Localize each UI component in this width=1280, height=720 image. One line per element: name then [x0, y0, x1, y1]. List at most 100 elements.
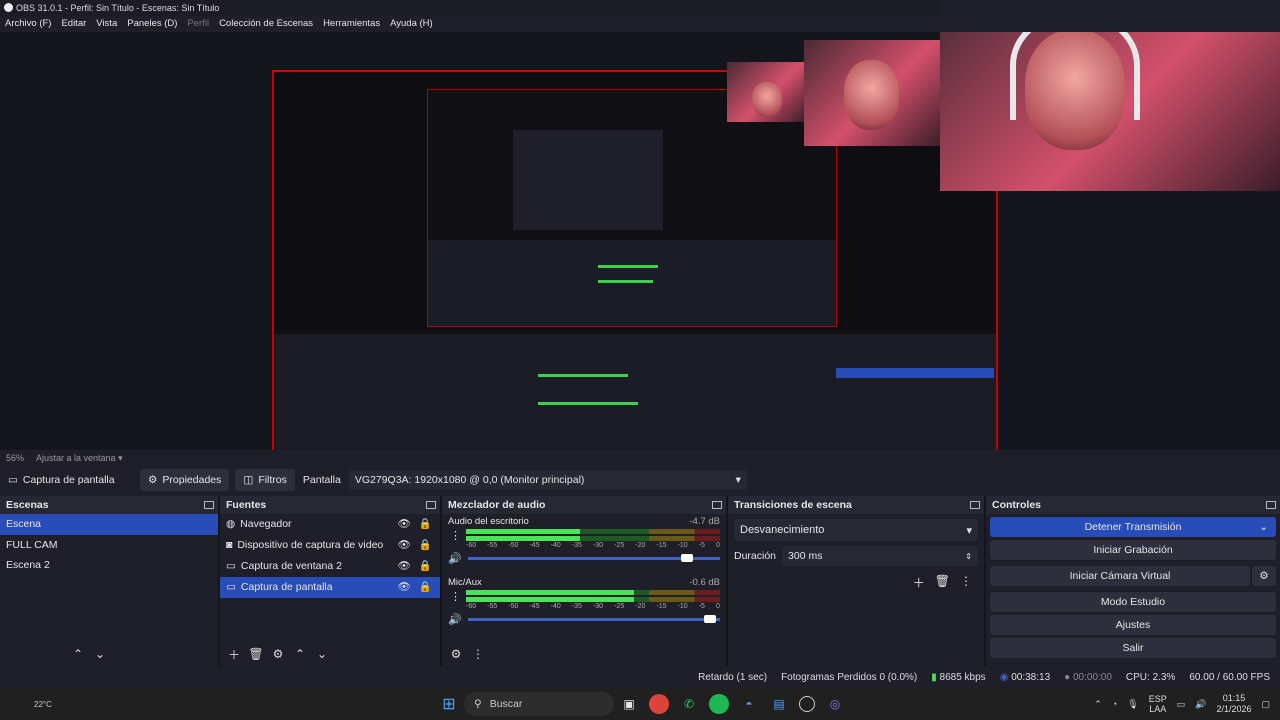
meter-tick: -10 — [677, 542, 688, 549]
eye-icon[interactable]: 👁 — [398, 514, 411, 535]
windows-start-icon[interactable]: ⊞ — [439, 694, 459, 714]
cortana-icon[interactable]: ◎ — [825, 694, 845, 714]
gear-icon[interactable]: ⚙ — [270, 646, 286, 662]
meter-tick: -45 — [529, 603, 540, 610]
volume-slider[interactable] — [467, 554, 720, 562]
source-item[interactable]: ▭ Captura de pantalla 👁 🔒 — [220, 577, 440, 598]
eye-icon[interactable]: 👁 — [398, 535, 411, 556]
properties-button[interactable]: ⚙ Propiedades — [140, 469, 230, 491]
discord-icon[interactable]: ◓ — [739, 694, 759, 714]
fps-status: 60.00 / 60.00 FPS — [1189, 671, 1270, 683]
undock-icon[interactable] — [712, 501, 722, 509]
exit-button[interactable]: Salir — [990, 638, 1276, 658]
zoom-bar: 56% Ajustar a la ventana ▾ — [0, 450, 1280, 466]
whatsapp-icon[interactable]: ✆ — [679, 694, 699, 714]
notification-icon[interactable]: ▢ — [1261, 699, 1270, 710]
lock-icon[interactable]: 🔒 — [419, 514, 432, 535]
store-icon[interactable]: ▤ — [769, 694, 789, 714]
menu-item[interactable]: Colección de Escenas — [219, 16, 313, 32]
menu-item[interactable]: Editar — [61, 16, 86, 32]
meter-tick: -20 — [635, 603, 646, 610]
undock-icon[interactable] — [204, 501, 214, 509]
meter-tick: -25 — [614, 603, 625, 610]
spin-arrows-icon[interactable]: ⇕ — [965, 552, 972, 561]
meter-tick: -50 — [508, 542, 519, 549]
source-item[interactable]: ◙ Dispositivo de captura de video 👁 🔒 — [220, 535, 440, 556]
speaker-icon[interactable]: 🔊 — [448, 552, 462, 565]
kebab-menu-icon[interactable]: ⋮ — [470, 646, 486, 662]
source-item[interactable]: ◍ Navegador 👁 🔒 — [220, 514, 440, 535]
menu-item[interactable]: Perfil — [187, 16, 209, 32]
chevron-up-icon[interactable]: ⌃ — [1094, 699, 1102, 710]
display-select[interactable]: VG279Q3A: 1920x1080 @ 0,0 (Monitor princ… — [348, 470, 747, 490]
undock-icon[interactable] — [1266, 501, 1276, 509]
settings-button[interactable]: Ajustes — [990, 615, 1276, 635]
task-view-icon[interactable]: ▣ — [619, 694, 639, 714]
meter-tick: -5 — [698, 542, 705, 549]
add-icon[interactable]: ＋ — [226, 646, 242, 662]
network-icon[interactable]: ▭ — [1177, 699, 1186, 710]
undock-icon[interactable] — [426, 501, 436, 509]
eye-icon[interactable]: 👁 — [398, 577, 411, 598]
weather-widget[interactable]: 22°C — [34, 700, 434, 709]
undock-icon[interactable] — [970, 501, 980, 509]
volume-icon[interactable]: 🔊 — [1195, 699, 1206, 710]
start-recording-button[interactable]: Iniciar Grabación — [990, 540, 1276, 560]
source-label: Captura de ventana 2 — [240, 560, 342, 572]
scene-item[interactable]: FULL CAM — [0, 535, 218, 555]
chrome-icon[interactable] — [649, 694, 669, 714]
preview-canvas[interactable] — [0, 32, 1280, 450]
lock-icon[interactable]: 🔒 — [419, 535, 432, 556]
menu-item[interactable]: Ayuda (H) — [390, 16, 433, 32]
lock-icon[interactable]: 🔒 — [419, 577, 432, 598]
move-down-icon[interactable]: ⌄ — [314, 646, 330, 662]
kebab-menu-icon[interactable]: ⋮ — [450, 590, 461, 603]
menu-item[interactable]: Vista — [96, 16, 117, 32]
taskbar-search[interactable]: ⚲ Buscar — [464, 692, 614, 716]
move-down-icon[interactable]: ⌄ — [92, 646, 108, 662]
level-meter — [466, 590, 720, 595]
scenes-title: Escenas — [6, 499, 49, 511]
volume-slider[interactable] — [467, 615, 720, 623]
channel-db: -0.6 dB — [689, 577, 720, 588]
lock-icon[interactable]: 🔒 — [419, 556, 432, 577]
zoom-fit-select[interactable]: Ajustar a la ventana ▾ — [36, 450, 123, 466]
trash-icon[interactable]: 🗑 — [935, 574, 950, 591]
duration-spinbox[interactable]: 300 ms ⇕ — [782, 546, 978, 566]
scene-item[interactable]: Escena — [0, 514, 218, 535]
microphone-icon[interactable]: 🎙 — [1127, 699, 1138, 710]
scene-item[interactable]: Escena 2 — [0, 555, 218, 575]
move-up-icon[interactable]: ⌃ — [292, 646, 308, 662]
studio-mode-button[interactable]: Modo Estudio — [990, 592, 1276, 612]
menu-item[interactable]: Herramientas — [323, 16, 380, 32]
trash-icon[interactable]: 🗑 — [248, 646, 264, 662]
add-icon[interactable]: ＋ — [913, 574, 925, 591]
window-title-bar: OBS 31.0.1 - Perfil: Sin Título - Escena… — [0, 0, 940, 16]
filter-icon: ◫ — [243, 474, 254, 486]
meter-tick: -45 — [529, 542, 540, 549]
menu-item[interactable]: Paneles (D) — [127, 16, 177, 32]
filters-button[interactable]: ◫ Filtros — [235, 469, 295, 491]
start-virtual-camera-button[interactable]: Iniciar Cámara Virtual — [990, 566, 1250, 586]
transition-select[interactable]: Desvanecimiento ▾ — [734, 519, 978, 541]
speaker-icon[interactable]: 🔊 — [448, 613, 462, 626]
virtual-camera-settings-button[interactable]: ⚙ — [1252, 566, 1276, 586]
obs-icon[interactable] — [799, 696, 815, 712]
app-tray-icon[interactable]: ◔ — [1112, 699, 1117, 709]
clock[interactable]: 01:15 2/1/2026 — [1216, 693, 1251, 715]
menu-item[interactable]: Archivo (F) — [5, 16, 51, 32]
menu-bar: Archivo (F) Editar Vista Paneles (D) Perfil C… — [0, 16, 940, 32]
language-indicator[interactable]: ESP LAA — [1149, 694, 1167, 714]
source-item[interactable]: ▭ Captura de ventana 2 👁 🔒 — [220, 556, 440, 577]
rec-time-status: ● 00:00:00 — [1064, 671, 1112, 683]
source-label: Captura de pantalla — [240, 581, 333, 593]
kebab-menu-icon[interactable]: ⋮ — [450, 529, 461, 542]
chevron-down-icon[interactable]: ⌄ — [1259, 517, 1268, 537]
move-up-icon[interactable]: ⌃ — [70, 646, 86, 662]
monitor-icon: ▭ — [226, 581, 236, 593]
eye-icon[interactable]: 👁 — [398, 556, 411, 577]
kebab-menu-icon[interactable]: ⋮ — [960, 574, 972, 591]
spotify-icon[interactable] — [709, 694, 729, 714]
stop-streaming-button[interactable]: Detener Transmisión ⌄ — [990, 517, 1276, 537]
advanced-audio-icon[interactable]: ⚙ — [448, 646, 464, 662]
